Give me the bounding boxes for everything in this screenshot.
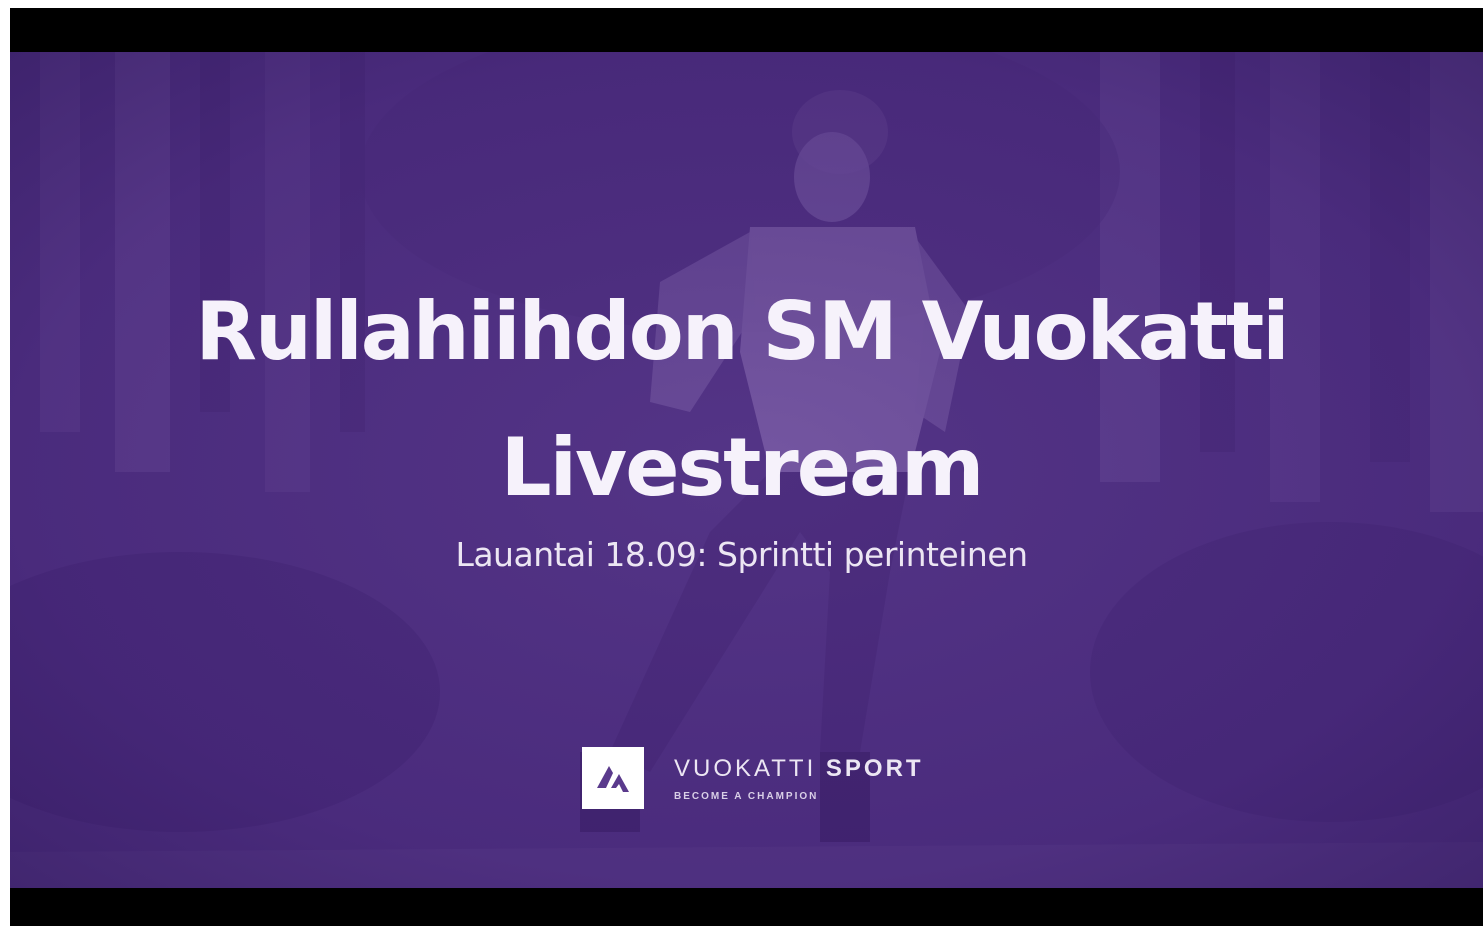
subtitle: Lauantai 18.09: Sprintti perinteinen	[455, 535, 1028, 574]
brand-name-bold: SPORT	[825, 754, 924, 782]
title-line-1: Rullahiihdon SM Vuokatti	[195, 285, 1289, 378]
vuokatti-sport-logo-icon	[582, 747, 644, 809]
brand-tagline: BECOME A CHAMPION	[674, 790, 819, 802]
title-line-2: Livestream	[500, 421, 985, 514]
brand-name: VUOKATTI SPORT	[674, 755, 924, 783]
brand-logo: VUOKATTI SPORT BECOME A CHAMPION	[582, 746, 924, 810]
brand-name-light: VUOKATTI	[674, 754, 817, 782]
